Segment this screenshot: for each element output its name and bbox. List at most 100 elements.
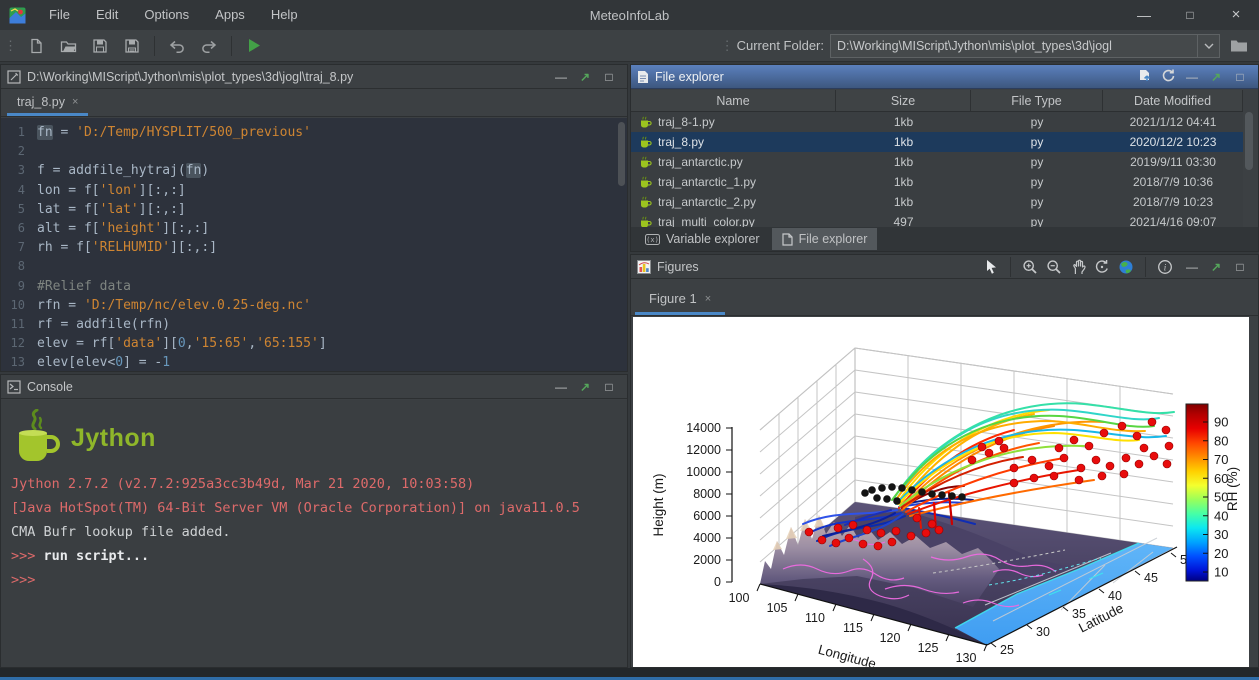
code-line[interactable]: 13elev[elev<0] = -1 [1,353,627,371]
menu-help[interactable]: Help [258,0,311,30]
tab-label: File explorer [799,232,868,246]
file-table-scrollbar[interactable] [1245,112,1254,229]
redo-button[interactable] [196,34,222,58]
browse-folder-button[interactable] [1227,35,1251,57]
code-line[interactable]: 6alt = f['height'][:,:] [1,219,627,238]
select-cursor-button[interactable] [980,257,1002,277]
figure-3d-plot[interactable]: Height (m) Longitude Latitude 0200040006… [633,317,1249,667]
code-line[interactable]: 5lat = f['lat'][:,:] [1,200,627,219]
toolbar-grip: ⋮ [0,38,20,54]
zoom-out-button[interactable] [1043,257,1065,277]
code-line[interactable]: 10rfn = 'D:/Temp/nc/elev.0.25-deg.nc' [1,296,627,315]
menu-options[interactable]: Options [131,0,202,30]
window-maximize-button[interactable]: □ [1167,0,1213,30]
new-script-icon [28,38,44,54]
tab-figure-1[interactable]: Figure 1 × [635,283,725,315]
code-line[interactable]: 3f = addfile_hytraj(fn) [1,161,627,180]
editor-float-button[interactable]: ↗ [573,70,597,84]
file-row[interactable]: traj_antarctic_2.py1kbpy2018/7/9 10:23 [631,192,1243,212]
editor-file-path: D:\Working\MIScript\Jython\mis\plot_type… [27,70,353,84]
file-row[interactable]: traj_antarctic.py1kbpy2019/9/11 03:30 [631,152,1243,172]
refresh-icon [1161,68,1175,82]
python-file-icon [639,116,652,129]
console-minimize-button[interactable]: — [549,380,573,394]
x-tick-label: 115 [843,621,863,635]
zoom-in-button[interactable] [1019,257,1041,277]
column-header-name[interactable]: Name [631,90,836,111]
code-line[interactable]: 2 [1,142,627,161]
code-line[interactable]: 7rh = f['RELHUMID'][:,:] [1,238,627,257]
undo-button[interactable] [164,34,190,58]
window-minimize-button[interactable]: — [1121,0,1167,30]
figures-minimize-button[interactable]: — [1180,260,1204,274]
run-script-button[interactable] [241,34,267,58]
code-text: elev[elev<0] = -1 [37,353,170,371]
rotate-button[interactable] [1091,257,1113,277]
code-text: lon = f['lon'][:,:] [37,181,186,200]
column-header-file-type[interactable]: File Type [971,90,1103,111]
file-row[interactable]: traj_8.py1kbpy2020/12/2 10:23 [631,132,1243,152]
code-line[interactable]: 12elev = rf['data'][0,'15:65','65:155'] [1,334,627,353]
current-folder-dropdown-button[interactable] [1197,35,1219,57]
app-logo-icon [9,7,26,24]
code-editor[interactable]: 1fn = 'D:/Temp/HYSPLIT/500_previous'23f … [1,118,627,371]
file-name-cell: traj_antarctic_2.py [631,195,836,209]
globe-icon [1118,259,1134,275]
editor-maximize-button[interactable]: □ [597,70,621,84]
file-row[interactable]: traj_8-1.py1kbpy2021/1/12 04:41 [631,112,1243,132]
refresh-button[interactable] [1156,68,1180,85]
python-file-icon [639,176,652,189]
console-line: CMA Bufr lookup file added. [11,520,617,544]
column-header-date-modified[interactable]: Date Modified [1103,90,1243,111]
file-type-cell: py [971,175,1103,189]
tab-variable-explorer[interactable]: (x) Variable explorer [635,228,770,250]
line-number: 11 [1,315,37,334]
file-row[interactable]: traj_antarctic_1.py1kbpy2018/7/9 10:36 [631,172,1243,192]
z-tick-label: 4000 [693,531,721,545]
file-explorer-maximize-button[interactable]: □ [1228,70,1252,84]
save-button[interactable] [87,34,113,58]
open-file-button[interactable] [55,34,81,58]
editor-panel: D:\Working\MIScript\Jython\mis\plot_type… [0,64,628,372]
file-explorer-minimize-button[interactable]: — [1180,70,1204,84]
menu-edit[interactable]: Edit [83,0,131,30]
file-name: traj_antarctic.py [658,155,743,169]
column-header-size[interactable]: Size [836,90,971,111]
file-size-cell: 1kb [836,195,971,209]
code-text: rh = f['RELHUMID'][:,:] [37,238,217,257]
goto-folder-button[interactable] [1132,68,1156,85]
console-maximize-button[interactable]: □ [597,380,621,394]
current-folder-input[interactable] [831,39,1197,53]
x-tick-label: 110 [805,611,825,625]
code-line[interactable]: 8 [1,257,627,276]
code-line[interactable]: 4lon = f['lon'][:,:] [1,181,627,200]
window-close-button[interactable]: × [1213,0,1259,30]
code-line[interactable]: 9#Relief data [1,277,627,296]
console-float-button[interactable]: ↗ [573,380,597,394]
tab-traj-8-py[interactable]: traj_8.py × [7,90,88,116]
line-number: 10 [1,296,37,315]
code-line[interactable]: 1fn = 'D:/Temp/HYSPLIT/500_previous' [1,123,627,142]
file-type-cell: py [971,155,1103,169]
figures-maximize-button[interactable]: □ [1228,260,1252,274]
save-all-button[interactable] [119,34,145,58]
figures-float-button[interactable]: ↗ [1204,260,1228,274]
menu-apps[interactable]: Apps [202,0,258,30]
terminal-icon [7,380,21,394]
code-text: rfn = 'D:/Temp/nc/elev.0.25-deg.nc' [37,296,311,315]
pan-hand-button[interactable] [1067,257,1089,277]
editor-minimize-button[interactable]: — [549,70,573,84]
editor-scrollbar[interactable] [617,120,626,368]
undo-icon [168,39,186,53]
tab-file-explorer[interactable]: File explorer [772,228,878,250]
info-button[interactable]: i [1154,257,1176,277]
menu-file[interactable]: File [36,0,83,30]
code-line[interactable]: 11rf = addfile(rfn) [1,315,627,334]
tab-close-icon[interactable]: × [72,96,78,108]
new-script-button[interactable] [23,34,49,58]
file-size-cell: 1kb [836,135,971,149]
console-output[interactable]: Jython Jython 2.7.2 (v2.7.2:925a3cc3b49d… [1,400,627,667]
globe-button[interactable] [1115,257,1137,277]
file-explorer-float-button[interactable]: ↗ [1204,70,1228,84]
tab-close-icon[interactable]: × [705,293,711,305]
